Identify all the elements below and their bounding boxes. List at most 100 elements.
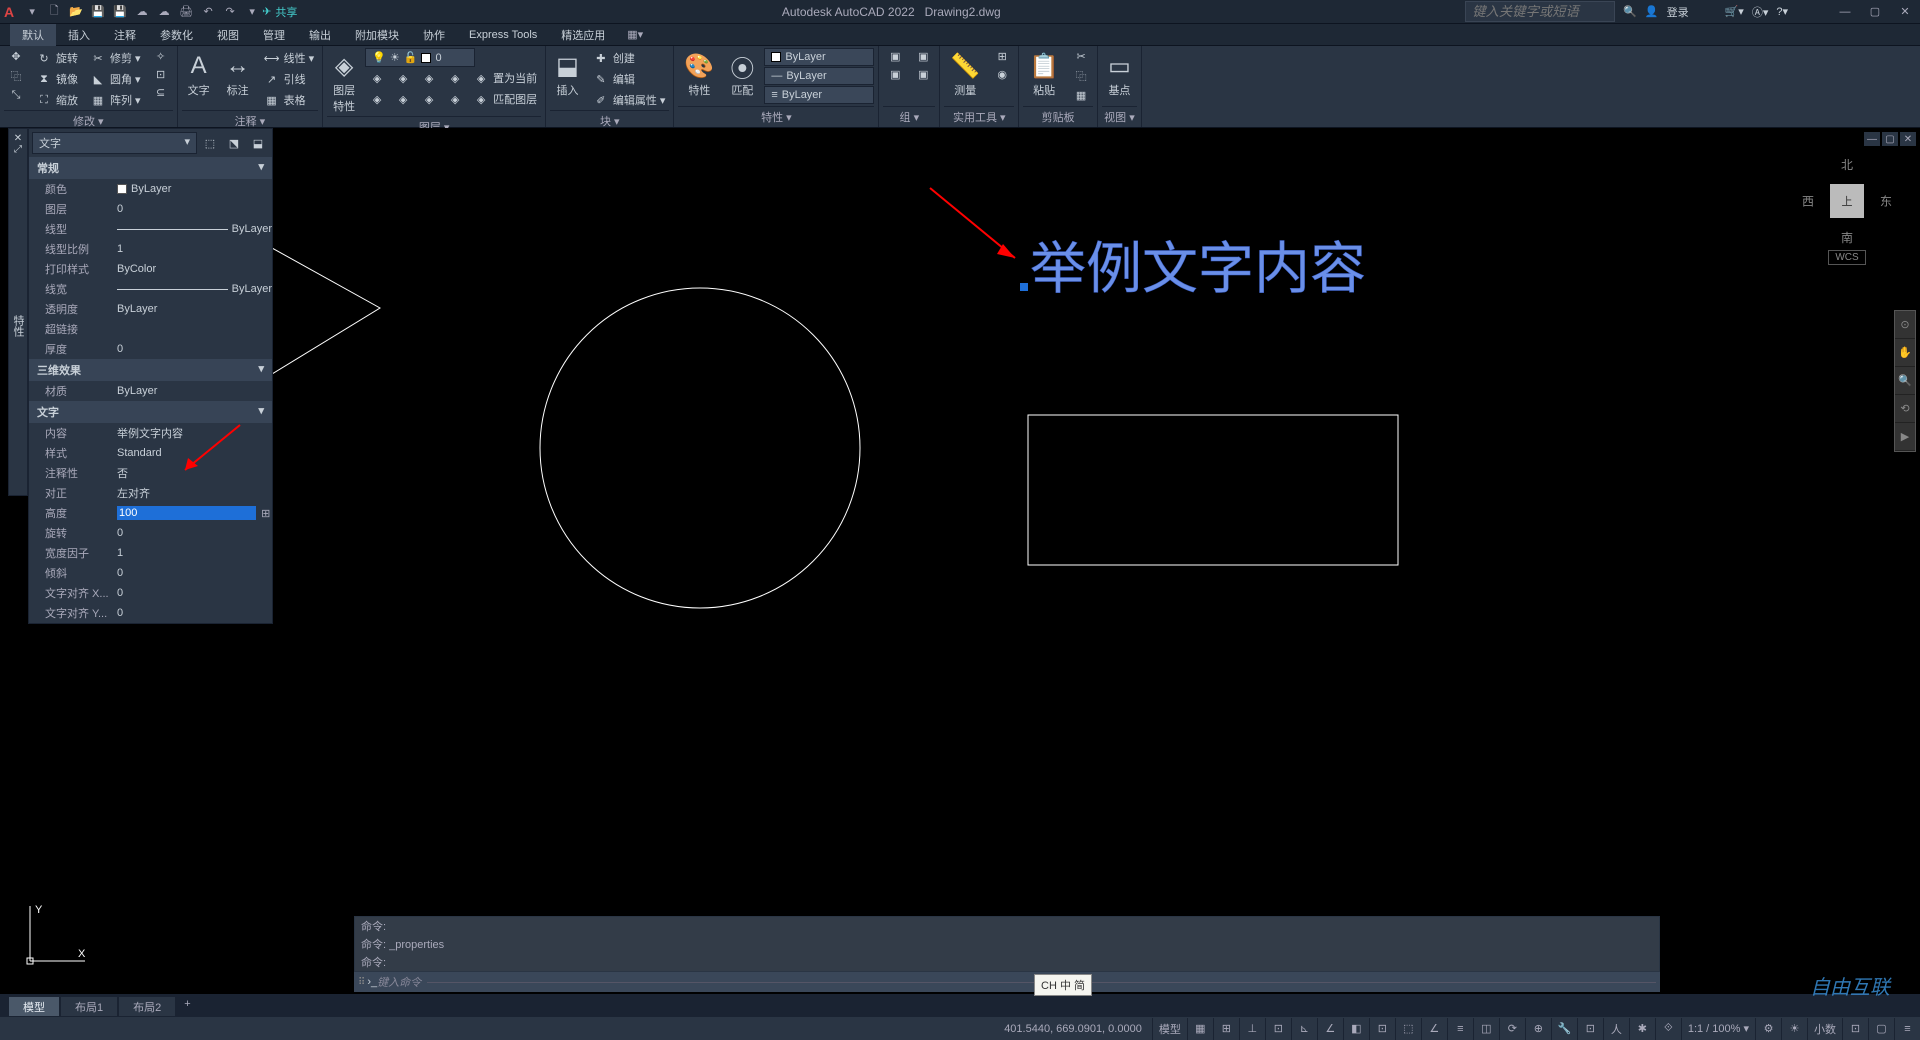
prop-linetype[interactable]: 线型ByLayer [29, 219, 272, 239]
nav-showmotion-icon[interactable]: ▶ [1895, 423, 1915, 451]
minimize-icon[interactable]: — [1834, 3, 1856, 21]
layer-btn-2[interactable]: ◈ [391, 68, 415, 88]
edit-attr-button[interactable]: ✐编辑属性 ▾ [589, 90, 670, 110]
web-save-icon[interactable]: ☁ [154, 3, 174, 21]
viewport-min-icon[interactable]: — [1864, 132, 1880, 146]
copy-clip-button[interactable]: ⿻ [1069, 66, 1093, 86]
help-icon[interactable]: ?▾ [1776, 5, 1788, 18]
properties-button[interactable]: 🎨特性 [678, 48, 720, 100]
web-open-icon[interactable]: ☁ [132, 3, 152, 21]
clean-screen-icon[interactable]: ▢ [1868, 1018, 1894, 1040]
panel-label-view[interactable]: 视图 ▾ [1102, 106, 1137, 127]
prop-justify[interactable]: 对正左对齐 [29, 483, 272, 503]
layer-btn-8[interactable]: ◈ [443, 89, 467, 109]
wcs-label[interactable]: WCS [1828, 250, 1865, 265]
rotate-button[interactable]: ↻旋转 [32, 48, 82, 68]
redo-icon[interactable]: ↷ [220, 3, 240, 21]
linear-dim-button[interactable]: ⟷线性 ▾ [260, 48, 319, 68]
tab-collaborate[interactable]: 协作 [411, 24, 457, 46]
properties-pin-icon[interactable]: ⤢ [14, 144, 22, 155]
undo-icon[interactable]: ↶ [198, 3, 218, 21]
search-icon[interactable]: 🔍 [1623, 5, 1637, 18]
match-props-button[interactable]: ⦿匹配 [724, 48, 760, 100]
autodesk-app-icon[interactable]: Ⓐ▾ [1752, 4, 1769, 20]
command-input[interactable]: ⠿ ›_ 键入命令 [354, 972, 1660, 992]
mirror-button[interactable]: ⧗镜像 [32, 69, 82, 89]
autoscale-icon[interactable]: ⟐ [1655, 1018, 1681, 1040]
nav-pan-icon[interactable]: ✋ [1895, 339, 1915, 367]
menu-dropdown-icon[interactable]: ▾ [22, 3, 42, 21]
save-icon[interactable]: 💾 [88, 3, 108, 21]
dynamic-input-icon[interactable]: ⊡ [1265, 1018, 1291, 1040]
plot-icon[interactable]: 🖨 [176, 3, 196, 21]
util-btn-1[interactable]: ⊞ [990, 48, 1014, 65]
layer-selector[interactable]: 💡☀🔓0 [365, 48, 475, 67]
prop-align-x[interactable]: 文字对齐 X...0 [29, 583, 272, 603]
ribbon-apps-icon[interactable]: ▦▾ [627, 28, 643, 41]
linetype-selector[interactable]: ≡ByLayer [764, 86, 874, 104]
prop-plotstyle[interactable]: 打印样式ByColor [29, 259, 272, 279]
insert-block-button[interactable]: ⬓插入 [550, 48, 585, 100]
tab-model[interactable]: 模型 [8, 996, 60, 1016]
clip-btn-3[interactable]: ▦ [1069, 87, 1093, 104]
viewcube-north[interactable]: 北 [1841, 156, 1853, 173]
util-btn-2[interactable]: ◉ [990, 66, 1014, 83]
prop-rotation[interactable]: 旋转0 [29, 523, 272, 543]
tab-insert[interactable]: 插入 [56, 24, 102, 46]
prop-align-y[interactable]: 文字对齐 Y...0 [29, 603, 272, 623]
group-general[interactable]: 常规▾ [29, 157, 272, 179]
prop-height[interactable]: 高度⊞ [29, 503, 272, 523]
edit-block-button[interactable]: ✎编辑 [589, 69, 670, 89]
quick-calc-icon[interactable]: ⬓ [247, 133, 269, 153]
isolate-objects-icon[interactable]: ⊡ [1842, 1018, 1868, 1040]
table-button[interactable]: ▦表格 [260, 90, 319, 110]
grid-toggle-icon[interactable]: ▦ [1187, 1018, 1213, 1040]
group-btn-2[interactable]: ▣ [883, 66, 907, 83]
quick-props-icon[interactable]: ⊡ [1577, 1018, 1603, 1040]
quickcalc-icon[interactable]: ⊞ [260, 507, 272, 520]
prop-color[interactable]: 颜色ByLayer [29, 179, 272, 199]
polar-toggle-icon[interactable]: ∠ [1317, 1018, 1343, 1040]
group-text[interactable]: 文字▾ [29, 401, 272, 423]
group-btn-4[interactable]: ▣ [911, 66, 935, 83]
tab-featured[interactable]: 精选应用 [549, 24, 617, 46]
tab-layout1[interactable]: 布局1 [60, 996, 118, 1016]
nav-fullnav-icon[interactable]: ⊙ [1895, 311, 1915, 339]
tab-manage[interactable]: 管理 [251, 24, 297, 46]
viewcube[interactable]: 北 南 东 西 上 WCS [1802, 156, 1892, 286]
annotation-scale-toggle-icon[interactable]: 人 [1603, 1018, 1629, 1040]
prop-annotative[interactable]: 注释性否 [29, 463, 272, 483]
close-icon[interactable]: ✕ [1894, 3, 1916, 21]
nav-orbit-icon[interactable]: ⟲ [1895, 395, 1915, 423]
move-button[interactable]: ✥ [4, 48, 28, 65]
prop-content[interactable]: 内容举例文字内容 [29, 423, 272, 443]
dimension-button[interactable]: ↔标注 [220, 48, 256, 100]
osnap-toggle-icon[interactable]: ⊡ [1369, 1018, 1395, 1040]
layer-btn-6[interactable]: ◈ [391, 89, 415, 109]
layer-btn-3[interactable]: ◈ [417, 68, 441, 88]
layer-btn-5[interactable]: ◈ [365, 89, 389, 109]
quick-select-icon[interactable]: ⬚ [199, 133, 221, 153]
workspace-switch-icon[interactable]: ⚙ [1755, 1018, 1781, 1040]
selection-cycling-icon[interactable]: ⟳ [1499, 1018, 1525, 1040]
saveas-icon[interactable]: 💾 [110, 3, 130, 21]
selection-type-dropdown[interactable]: 文字▾ [32, 132, 197, 154]
match-layer-button[interactable]: ◈匹配图层 [469, 89, 541, 109]
prop-transparency[interactable]: 透明度ByLayer [29, 299, 272, 319]
prop-width-factor[interactable]: 宽度因子1 [29, 543, 272, 563]
ortho-toggle-icon[interactable]: ⊾ [1291, 1018, 1317, 1040]
select-objects-icon[interactable]: ⬔ [223, 133, 245, 153]
login-button[interactable]: 登录 [1667, 4, 1689, 20]
prop-layer[interactable]: 图层0 [29, 199, 272, 219]
viewcube-east[interactable]: 东 [1880, 193, 1892, 210]
group-btn-3[interactable]: ▣ [911, 48, 935, 65]
open-icon[interactable]: 📂 [66, 3, 86, 21]
tab-annotate[interactable]: 注释 [102, 24, 148, 46]
text-button[interactable]: A文字 [182, 48, 216, 100]
tab-view[interactable]: 视图 [205, 24, 251, 46]
layer-btn-4[interactable]: ◈ [443, 68, 467, 88]
isodraft-icon[interactable]: ◧ [1343, 1018, 1369, 1040]
panel-label-group[interactable]: 组 ▾ [883, 106, 935, 127]
properties-rail[interactable]: ✕ ⤢ 特性 [8, 128, 28, 496]
user-icon[interactable]: 👤 [1645, 5, 1659, 18]
